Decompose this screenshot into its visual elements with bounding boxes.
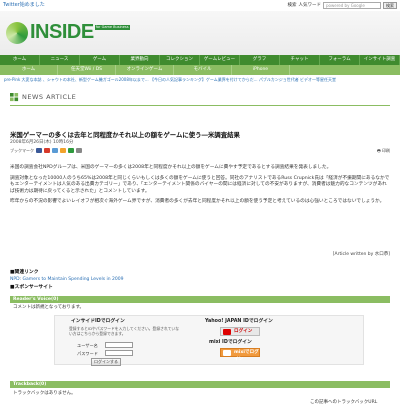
inside-login-title: インサイドIDでログイン xyxy=(71,319,125,324)
mixi-login-button[interactable]: mixiでログイン xyxy=(220,348,260,362)
search-hint: 検索 xyxy=(287,2,297,8)
comments-bar: Reader's Voice(0) xyxy=(10,296,390,303)
article-paragraph: 米国の調査会社NPDグループは、米国のゲーマーの多くは2008年と同程度かそれ以… xyxy=(10,165,332,170)
bookmark-service-icon[interactable] xyxy=(36,148,42,153)
twitter-link[interactable]: Twitter始めました xyxy=(3,2,45,8)
article-title: 米国ゲーマーの多くは去年と同程度かそれ以上の額をゲームに使う―米調査結果 xyxy=(10,131,240,139)
site-search: 検索 人気ワード powered by Google 検索 xyxy=(287,2,397,9)
nav-item[interactable]: ゲーム xyxy=(80,55,120,65)
nav-item[interactable]: ニュース xyxy=(40,55,80,65)
related-links-heading: ■関連リンク xyxy=(10,270,39,275)
mixi-login-label: mixiでログイン xyxy=(234,350,259,362)
trackback-bar: Trackback(0) xyxy=(10,381,390,388)
search-mode[interactable]: 人気ワード xyxy=(299,3,322,9)
inside-login-note: 登録するとIDやパスワードを入力してください。登録されていない方はこちらから登録… xyxy=(69,326,180,336)
nav-item[interactable]: ゲームレビュー xyxy=(200,55,240,65)
username-input[interactable] xyxy=(105,342,133,348)
login-button[interactable]: ログインする xyxy=(91,358,121,366)
top-strip: Twitter始めました 検索 人気ワード powered by Google … xyxy=(0,0,400,11)
article-byline: [Article written by 水口恭] xyxy=(332,252,390,257)
subnav-item[interactable]: モバイル xyxy=(174,65,232,75)
yahoo-login-label: ログイン xyxy=(234,329,253,334)
bookmark-service-icon[interactable] xyxy=(44,148,50,153)
bookmark-service-icon[interactable] xyxy=(60,148,66,153)
yahoo-icon xyxy=(223,329,231,335)
logo-swirl-icon xyxy=(6,21,28,44)
logo-wordmark: INSIDE xyxy=(30,21,94,43)
nav-item[interactable]: インサイト調査 xyxy=(360,55,400,65)
site-logo[interactable]: INSIDE for Game Business xyxy=(6,20,130,45)
bookmark-service-icon[interactable] xyxy=(76,148,82,153)
nav-item[interactable]: 業界動向 xyxy=(120,55,160,65)
nav-item[interactable]: グラフ xyxy=(240,55,280,65)
nav-item[interactable]: フォーラム xyxy=(320,55,360,65)
article-body: 米国の調査会社NPDグループは、米国のゲーマーの多くは2008年と同程度かそれ以… xyxy=(10,165,390,210)
subnav-item[interactable]: iPhone xyxy=(232,65,290,75)
bookmark-label: ブックマーク xyxy=(10,148,34,153)
logo-badge: for Game Business xyxy=(94,25,130,30)
password-label: パスワード xyxy=(77,351,98,356)
print-label: 印刷 xyxy=(382,148,390,153)
comments-empty: コメントは新規となっております。 xyxy=(13,305,85,310)
bookmark-service-icon[interactable] xyxy=(68,148,74,153)
username-label: ユーザー名 xyxy=(77,343,98,348)
nav-item[interactable]: ホーム xyxy=(0,55,40,65)
section-label: NEWS ARTICLE xyxy=(22,93,77,102)
related-link[interactable]: NPD: Gamers to Maintain Spending Levels … xyxy=(10,277,123,283)
page: { "topbar": { "twitter_link": "Twitter始め… xyxy=(0,0,400,409)
site-header: INSIDE for Game Business xyxy=(0,11,400,55)
news-ticker[interactable]: pre-Pink 大変な本誌 、シャウトの本社、新型ゲーム機ガゴール2008年以… xyxy=(4,77,396,84)
secondary-nav: ホーム 任天堂Wii / DS オンラインゲーム モバイル iPhone xyxy=(0,65,400,75)
password-input[interactable] xyxy=(105,350,133,356)
section-header: NEWS ARTICLE xyxy=(10,93,76,102)
news-icon xyxy=(10,93,19,102)
nav-item[interactable]: チャット xyxy=(280,55,320,65)
mixi-icon xyxy=(223,350,231,356)
section-divider xyxy=(10,105,390,106)
trackback-empty: トラックバックはありません。 xyxy=(13,391,76,396)
primary-nav: ホーム ニュース ゲーム 業界動向 コレクション ゲームレビュー グラフ チャッ… xyxy=(0,55,400,65)
login-box: インサイドIDでログイン 登録するとIDやパスワードを入力してください。登録され… xyxy=(54,315,364,366)
article-date: 2008年6月26日(木) 10時16分 xyxy=(10,140,74,145)
bookmark-service-icon[interactable] xyxy=(52,148,58,153)
sponsor-heading: ■スポンサーサイト xyxy=(10,285,53,290)
trackback-url-label: この記事へのトラックバックURL xyxy=(310,400,378,405)
mixi-login-title: mixi IDでログイン xyxy=(209,340,252,345)
print-link[interactable]: 🖶 印刷 xyxy=(377,148,390,153)
yahoo-login-button[interactable]: ログイン xyxy=(220,327,260,336)
share-bar: ブックマーク 🖶 印刷 xyxy=(10,147,390,154)
article-paragraph: 調査対象となった10000人のうち65%は2008年と同じくらいもしくは多くの額… xyxy=(10,175,390,194)
search-button[interactable]: 検索 xyxy=(383,2,397,9)
article-paragraph: 昨年からの不況の影響でよいレイオフが相次ぐ海外ゲーム界ですが、消費者の多くが去年… xyxy=(10,199,385,205)
nav-item[interactable]: コレクション xyxy=(160,55,200,65)
yahoo-login-title: Yahoo! JAPAN IDでログイン xyxy=(205,319,273,324)
subnav-item[interactable]: 任天堂Wii / DS xyxy=(58,65,116,75)
search-input[interactable]: powered by Google xyxy=(323,2,381,9)
subnav-item[interactable]: オンラインゲーム xyxy=(116,65,174,75)
subnav-item[interactable]: ホーム xyxy=(0,65,58,75)
